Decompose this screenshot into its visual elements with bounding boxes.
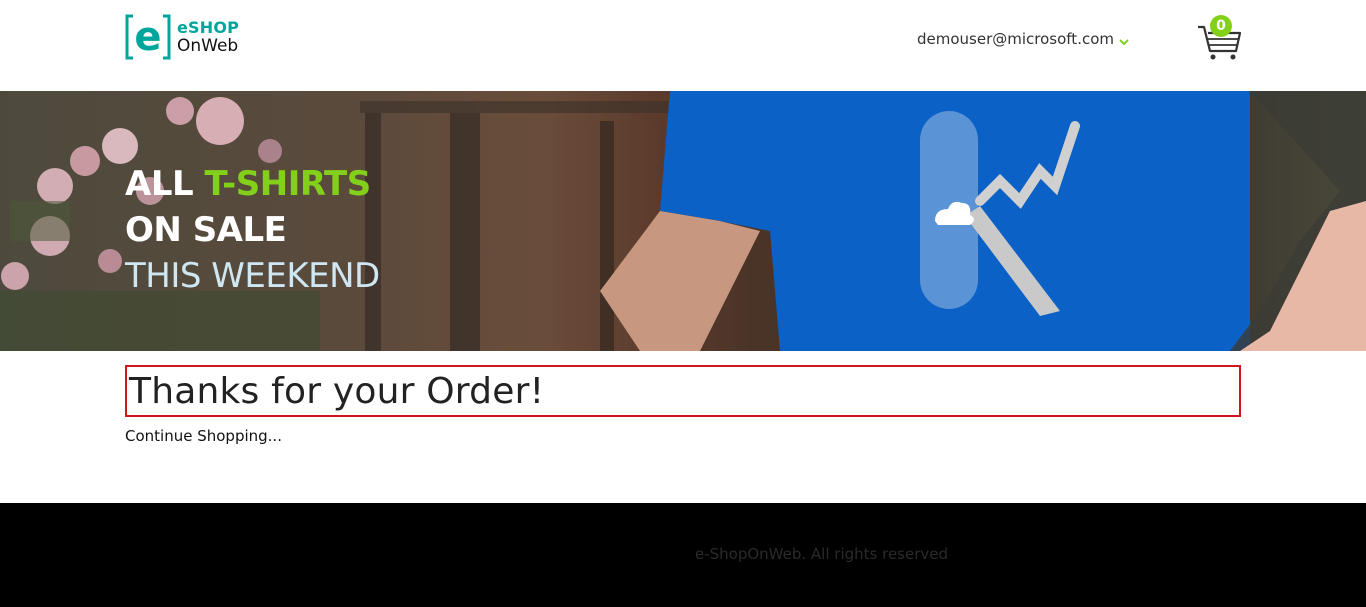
hero-line-1: ALL T-SHIRTS bbox=[125, 161, 380, 207]
site-footer: e-ShopOnWeb. All rights reserved bbox=[0, 503, 1366, 607]
main-content: Thanks for your Order! Continue Shopping… bbox=[125, 365, 1241, 445]
user-email: demouser@microsoft.com bbox=[917, 30, 1114, 48]
logo-text: eSHOP OnWeb bbox=[177, 17, 240, 56]
eshop-logo-icon: e bbox=[125, 14, 171, 60]
page-title-box: Thanks for your Order! bbox=[125, 365, 1241, 417]
logo-text-line1: eSHOP bbox=[177, 17, 240, 37]
hero-line-3: THIS WEEKEND bbox=[125, 256, 380, 296]
logo-text-line2: OnWeb bbox=[177, 35, 239, 56]
footer-copyright: e-ShopOnWeb. All rights reserved bbox=[695, 545, 949, 563]
site-header: e eSHOP OnWeb demouser@microsoft.com 0 bbox=[0, 0, 1366, 91]
page-title: Thanks for your Order! bbox=[129, 370, 545, 412]
hero-line-1-accent: T-SHIRTS bbox=[204, 164, 371, 204]
chevron-down-icon bbox=[1118, 33, 1130, 46]
hero-text: ALL T-SHIRTS ON SALE THIS WEEKEND bbox=[125, 161, 380, 299]
hero-banner: ALL T-SHIRTS ON SALE THIS WEEKEND bbox=[0, 91, 1366, 351]
user-account-menu[interactable]: demouser@microsoft.com bbox=[917, 28, 1130, 50]
shopping-cart-button[interactable]: 0 bbox=[1196, 15, 1242, 61]
eshop-logo[interactable]: e eSHOP OnWeb bbox=[125, 14, 239, 60]
logo-mark-letter: e bbox=[134, 14, 161, 60]
hero-line-1-part-1: ALL bbox=[125, 164, 205, 204]
continue-shopping-link[interactable]: Continue Shopping... bbox=[125, 427, 282, 445]
hero-line-2: ON SALE bbox=[125, 210, 287, 250]
cart-count-badge: 0 bbox=[1210, 15, 1232, 37]
